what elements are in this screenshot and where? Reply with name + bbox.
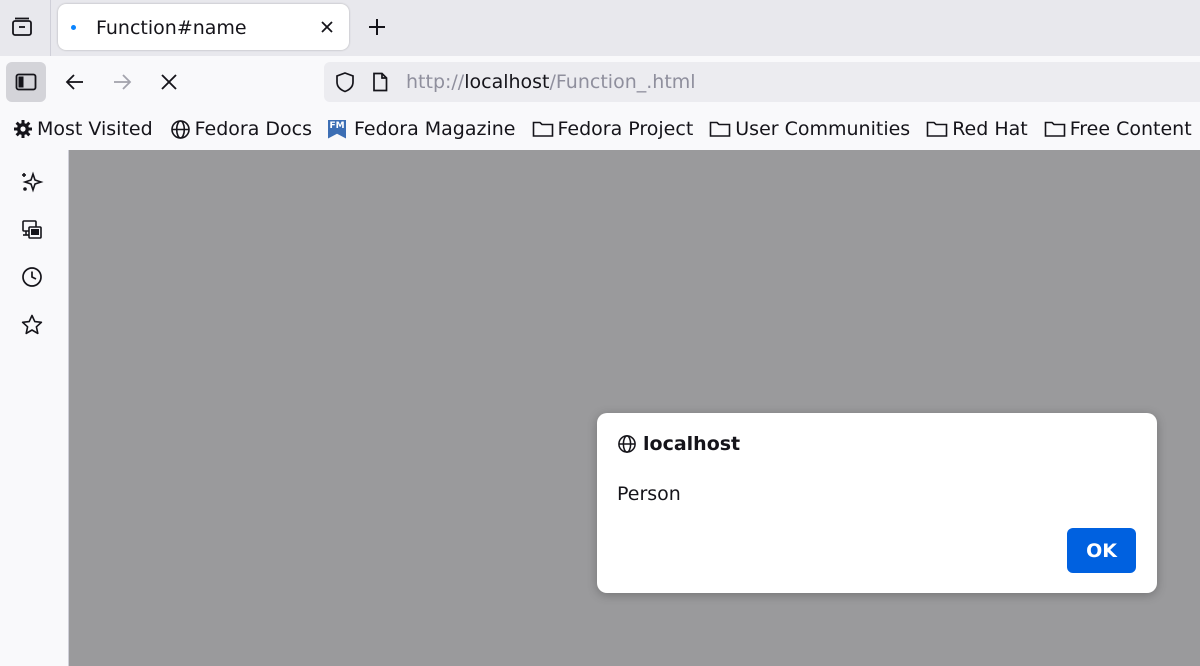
close-icon bbox=[161, 74, 177, 90]
folder-icon bbox=[926, 121, 948, 137]
folder-icon bbox=[1044, 121, 1066, 137]
tab-active[interactable]: Function#name bbox=[58, 4, 349, 50]
navigation-toolbar: http://localhost/Function_.html bbox=[0, 56, 1200, 108]
back-button[interactable] bbox=[55, 62, 95, 102]
new-tab-button[interactable] bbox=[363, 13, 391, 41]
history-icon bbox=[22, 267, 42, 287]
dialog-origin-host: localhost bbox=[643, 433, 741, 455]
tab-separator bbox=[50, 0, 51, 56]
shield-icon[interactable] bbox=[334, 71, 356, 93]
alert-dialog: localhost Person OK bbox=[597, 413, 1157, 593]
globe-icon bbox=[618, 435, 636, 453]
tab-list-button[interactable] bbox=[6, 11, 38, 43]
dialog-message: Person bbox=[617, 483, 681, 505]
tab-strip: Function#name bbox=[0, 0, 1200, 56]
sidebar-bookmarks-button[interactable] bbox=[18, 311, 46, 339]
bookmark-label: Fedora Project bbox=[557, 118, 694, 140]
tab-close-button[interactable] bbox=[316, 16, 338, 38]
bookmark-most-visited[interactable]: Most Visited bbox=[13, 118, 153, 140]
stop-button[interactable] bbox=[149, 62, 189, 102]
fedora-magazine-icon: FM bbox=[328, 119, 347, 139]
bookmark-label: Free Content bbox=[1069, 118, 1192, 140]
tab-list-icon bbox=[12, 17, 32, 36]
bookmark-folder-user-communities[interactable]: User Communities bbox=[709, 118, 910, 140]
plus-icon bbox=[369, 19, 385, 35]
bookmark-fedora-magazine[interactable]: FM Fedora Magazine bbox=[328, 118, 516, 140]
sidebar-toggle-button[interactable] bbox=[6, 62, 46, 102]
url-host: localhost bbox=[464, 71, 550, 93]
sidebar-history-button[interactable] bbox=[18, 263, 46, 291]
bookmark-folder-red-hat[interactable]: Red Hat bbox=[926, 118, 1028, 140]
sidebar bbox=[0, 150, 69, 666]
bookmark-label: User Communities bbox=[735, 118, 911, 140]
bookmark-label: Red Hat bbox=[952, 118, 1028, 140]
sidebar-synced-tabs-button[interactable] bbox=[18, 216, 46, 244]
folder-icon bbox=[532, 121, 553, 137]
bookmark-label: Most Visited bbox=[37, 118, 153, 140]
globe-icon bbox=[170, 119, 190, 139]
gear-icon bbox=[14, 120, 32, 138]
bookmark-folder-free-content[interactable]: Free Content bbox=[1044, 118, 1192, 140]
bookmarks-star-icon bbox=[21, 314, 43, 335]
bookmark-folder-fedora-project[interactable]: Fedora Project bbox=[532, 118, 694, 140]
sidebar-icon bbox=[15, 73, 37, 91]
arrow-right-icon bbox=[114, 74, 132, 90]
url-text[interactable]: http://localhost/Function_.html bbox=[406, 71, 696, 93]
url-scheme: http:// bbox=[406, 71, 465, 93]
arrow-left-icon bbox=[65, 74, 83, 90]
tab-title: Function#name bbox=[96, 17, 247, 39]
tab-loading-indicator bbox=[71, 25, 76, 30]
close-icon bbox=[321, 21, 333, 33]
ok-button[interactable]: OK bbox=[1067, 528, 1136, 573]
folder-icon bbox=[709, 121, 731, 137]
bookmark-label: Fedora Magazine bbox=[354, 118, 516, 140]
synced-tabs-icon bbox=[22, 220, 42, 239]
page-icon[interactable] bbox=[371, 72, 389, 92]
bookmark-label: Fedora Docs bbox=[194, 118, 313, 140]
bookmarks-toolbar: Most Visited Fedora Docs FM Fedora Magaz… bbox=[0, 108, 1200, 150]
ai-chatbot-icon bbox=[22, 171, 44, 193]
forward-button[interactable] bbox=[102, 62, 142, 102]
bookmark-fedora-docs[interactable]: Fedora Docs bbox=[170, 118, 312, 140]
url-path: /Function_.html bbox=[549, 71, 696, 93]
dialog-origin: localhost bbox=[617, 433, 740, 455]
sidebar-ai-chatbot-button[interactable] bbox=[18, 168, 46, 196]
url-bar[interactable]: http://localhost/Function_.html bbox=[324, 62, 1200, 102]
